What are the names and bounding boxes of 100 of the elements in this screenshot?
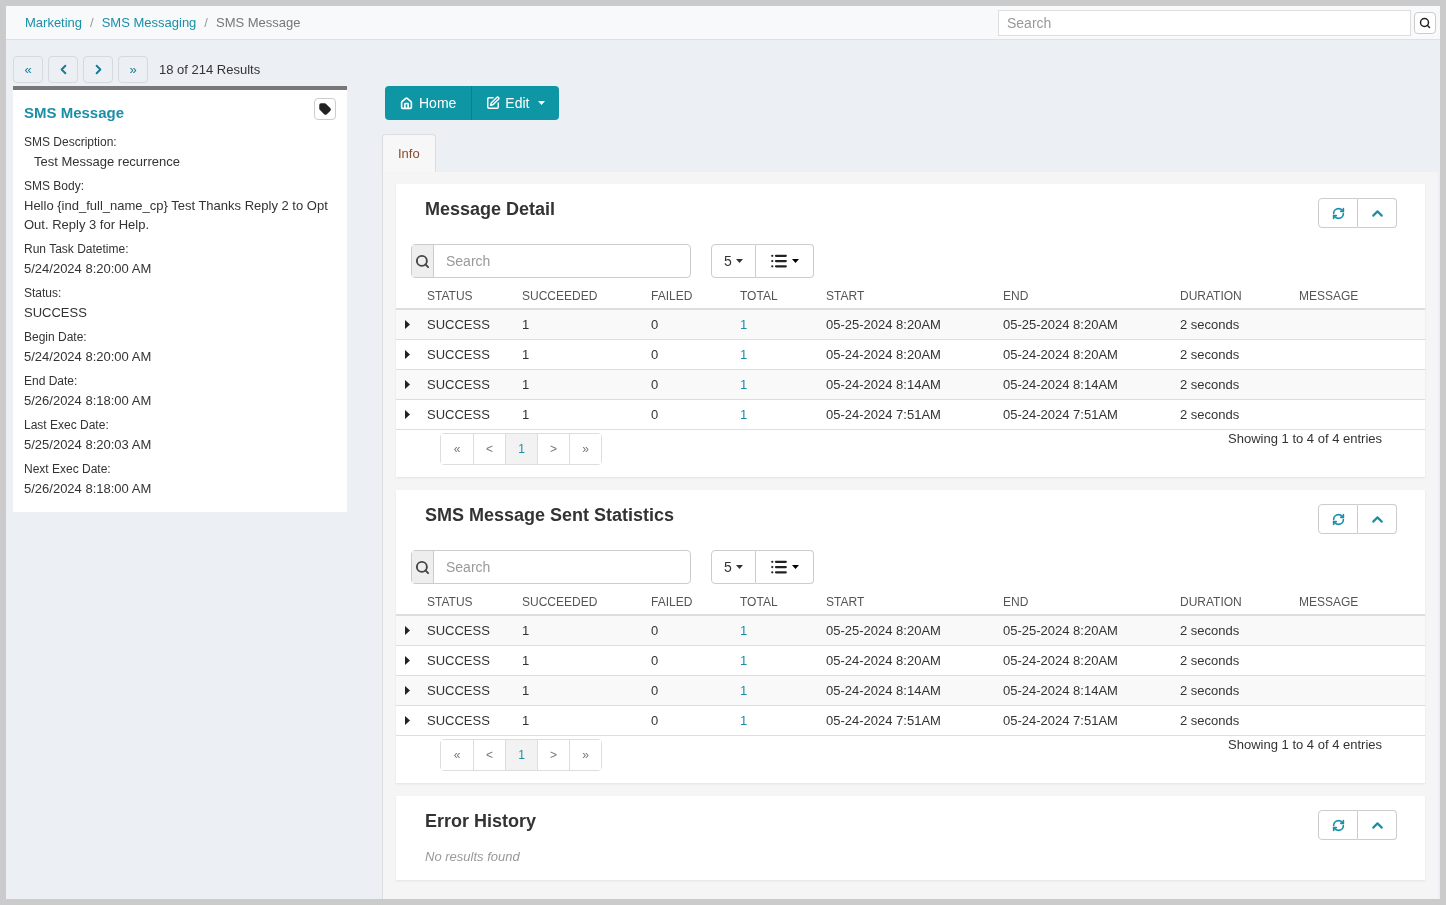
refresh-button[interactable] (1318, 504, 1358, 534)
caret-icon (538, 101, 546, 105)
expand-icon[interactable] (405, 656, 410, 665)
entries-info: Showing 1 to 4 of 4 entries (1228, 736, 1382, 754)
field-label: End Date: (24, 372, 79, 390)
breadcrumb-link[interactable]: SMS Messaging (101, 12, 197, 33)
edit-button[interactable]: Edit (472, 86, 560, 120)
table-cell-text: 1 (740, 651, 749, 670)
page-button[interactable]: 1 (505, 434, 537, 464)
table-cell-text: 1 (740, 405, 749, 424)
column-header: START (826, 594, 866, 611)
record-title: SMS Message (24, 103, 125, 123)
search-input[interactable]: Search (434, 245, 684, 277)
table-cell-text: 1 (522, 681, 531, 700)
home-button[interactable]: Home (385, 86, 473, 120)
table-cell-text: SUCCESS (427, 681, 491, 700)
search-icon (415, 253, 430, 269)
table-cell-text: 1 (522, 315, 531, 334)
expand-icon[interactable] (405, 320, 410, 329)
last-button[interactable]: » (118, 56, 148, 83)
column-header: SUCCEEDED (522, 594, 599, 611)
page-size-dropdown[interactable]: 5 (711, 550, 756, 584)
refresh-icon (1331, 818, 1345, 832)
column-header: SUCCEEDED (522, 288, 599, 305)
expand-icon[interactable] (405, 626, 410, 635)
table-cell-text: 0 (651, 315, 660, 334)
table-cell-text: 05-24-2024 8:14AM (1003, 681, 1119, 700)
table-cell-text: 0 (651, 375, 660, 394)
expand-icon[interactable] (405, 716, 410, 725)
tag-button[interactable] (314, 98, 336, 120)
table-cell-text: 1 (740, 375, 749, 394)
search-input[interactable]: Search (434, 551, 684, 583)
table-cell-text: 05-24-2024 7:51AM (1003, 405, 1119, 424)
search-button[interactable] (1414, 11, 1436, 34)
field-value: Hello {ind_full_name_cp} Test Thanks Reply 2 to Opt Out. Reply 3 for Help. (24, 196, 329, 234)
table-cell-text: 1 (522, 345, 531, 364)
column-header: STATUS (427, 594, 474, 611)
page-size-dropdown[interactable]: 5 (711, 244, 756, 278)
panel-title: Error History (425, 810, 537, 833)
expand-icon[interactable] (405, 410, 410, 419)
page-button[interactable]: 1 (505, 740, 537, 770)
column-header: DURATION (1180, 594, 1243, 611)
expand-icon[interactable] (405, 686, 410, 695)
search-field[interactable]: Search (998, 9, 1411, 36)
search-field[interactable]: Search (411, 550, 691, 584)
refresh-button[interactable] (1318, 810, 1358, 840)
table-cell-text: 1 (740, 315, 749, 334)
collapse-button[interactable] (1358, 504, 1397, 534)
field-value: 5/26/2024 8:18:00 AM (24, 391, 153, 410)
search-field[interactable]: Search (411, 244, 691, 278)
table-cell-text: 05-25-2024 8:20AM (826, 315, 942, 334)
collapse-button[interactable] (1358, 198, 1397, 228)
caret-icon (791, 259, 799, 263)
next-button[interactable] (83, 56, 113, 83)
breadcrumb-link[interactable]: Marketing (25, 12, 83, 33)
field-value: 5/26/2024 8:18:00 AM (24, 479, 153, 498)
columns-dropdown[interactable] (755, 244, 814, 278)
field-label: SMS Body: (24, 177, 86, 195)
table-cell-text: 1 (522, 621, 531, 640)
tab[interactable]: Info (382, 134, 436, 172)
page-button[interactable]: » (569, 740, 601, 770)
caret-icon (735, 259, 743, 263)
expand-icon[interactable] (405, 350, 410, 359)
column-header: DURATION (1180, 288, 1243, 305)
first-button[interactable]: « (13, 56, 43, 83)
table-cell-text: 1 (522, 651, 531, 670)
field-label: Status: (24, 284, 63, 302)
expand-icon[interactable] (405, 380, 410, 389)
table-cell-text: 0 (651, 621, 660, 640)
table-cell-text: 0 (651, 711, 660, 730)
table-cell-text: 1 (740, 711, 749, 730)
column-header: END (1003, 288, 1030, 305)
table-cell-text: 05-24-2024 8:20AM (1003, 651, 1119, 670)
refresh-button[interactable] (1318, 198, 1358, 228)
caret-icon (735, 565, 743, 569)
table-cell-text: 0 (651, 405, 660, 424)
table-cell-text: 2 seconds (1180, 345, 1241, 364)
table-cell-text: SUCCESS (427, 621, 491, 640)
field-value: SUCCESS (24, 303, 88, 322)
results-count: 18 of 214 Results (159, 60, 261, 79)
breadcrumb-separator: / (90, 13, 94, 32)
tag-icon (319, 103, 331, 115)
previous-button[interactable] (48, 56, 78, 83)
page-button[interactable]: » (569, 434, 601, 464)
table-cell-text: 0 (651, 345, 660, 364)
empty-message: No results found (425, 849, 520, 864)
table-cell-text: 1 (740, 681, 749, 700)
table-cell-text: 05-24-2024 7:51AM (826, 711, 942, 730)
field-value: 5/25/2024 8:20:03 AM (24, 435, 153, 454)
table-cell-text: 1 (522, 711, 531, 730)
table-cell-text: 05-25-2024 8:20AM (1003, 621, 1119, 640)
field-value: Test Message recurrence (33, 152, 181, 171)
columns-dropdown[interactable] (755, 550, 814, 584)
table-cell-text: SUCCESS (427, 375, 491, 394)
table-cell-text: 2 seconds (1180, 405, 1241, 424)
table-cell-text: 2 seconds (1180, 681, 1241, 700)
table-cell-text: 05-24-2024 7:51AM (826, 405, 942, 424)
collapse-button[interactable] (1358, 810, 1397, 840)
table-cell-text: 1 (522, 405, 531, 424)
table-cell-text: 2 seconds (1180, 621, 1241, 640)
